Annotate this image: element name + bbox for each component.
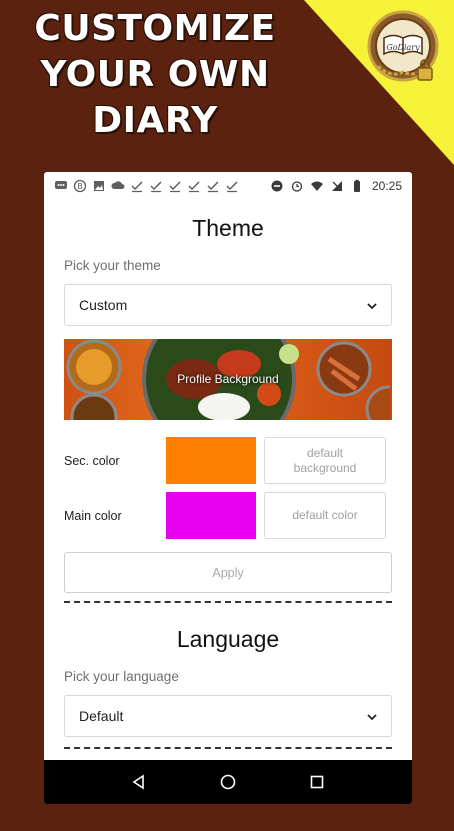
chevron-down-icon <box>367 303 377 310</box>
dnd-icon <box>271 180 283 191</box>
banner-label: Profile Background <box>177 372 279 386</box>
wifi-icon <box>310 181 323 191</box>
battery-icon <box>353 179 360 192</box>
phone-screen: B 20:25 Theme Pick your theme Custom Pro… <box>44 172 412 804</box>
cloud-icon <box>111 180 125 189</box>
chevron-down-icon <box>367 714 377 721</box>
main-color-row: Main color default color <box>64 492 392 539</box>
image-icon <box>94 180 104 191</box>
divider <box>64 747 392 749</box>
check-icon <box>207 180 219 192</box>
sec-color-swatch[interactable] <box>166 437 256 484</box>
theme-select-value: Custom <box>79 297 128 313</box>
navigation-bar <box>44 760 412 804</box>
language-title: Language <box>176 626 280 652</box>
settings-content: Theme Pick your theme Custom Profile Bac… <box>44 212 412 749</box>
status-time: 20:25 <box>371 178 402 193</box>
b-badge-icon: B <box>73 179 87 192</box>
check-icon <box>169 180 181 192</box>
theme-title: Theme <box>192 215 264 241</box>
back-icon[interactable] <box>130 773 148 791</box>
default-background-button[interactable]: default background <box>264 437 386 484</box>
check-icon <box>131 180 143 192</box>
svg-text:B: B <box>77 182 83 191</box>
status-bar: B 20:25 <box>44 172 412 199</box>
recents-icon[interactable] <box>308 773 326 791</box>
default-color-button[interactable]: default color <box>264 492 386 539</box>
message-icon <box>55 180 67 189</box>
language-select[interactable]: Default <box>64 695 392 737</box>
check-icon <box>226 180 238 192</box>
main-color-label: Main color <box>64 508 122 523</box>
language-pick-label: Pick your language <box>64 669 179 684</box>
sec-color-row: Sec. color default background <box>64 437 392 484</box>
logo-text: GoDiary <box>386 43 420 52</box>
promo-headline: CUSTOMIZE YOUR OWN DIARY <box>0 6 310 144</box>
home-icon[interactable] <box>219 773 237 791</box>
signal-icon <box>331 180 342 191</box>
promo-line-1: CUSTOMIZE <box>34 8 276 49</box>
promo-line-3: DIARY <box>92 100 218 141</box>
check-icon <box>150 180 162 192</box>
sec-color-label: Sec. color <box>64 453 120 468</box>
language-select-value: Default <box>79 708 124 724</box>
apply-button[interactable]: Apply <box>64 552 392 593</box>
divider <box>64 601 392 603</box>
profile-background-picker[interactable]: Profile Background <box>64 339 392 420</box>
theme-select[interactable]: Custom <box>64 284 392 326</box>
main-color-swatch[interactable] <box>166 492 256 539</box>
diary-lock-logo-icon: GoDiary <box>367 10 439 82</box>
alarm-icon <box>291 180 303 192</box>
promo-line-2: YOUR OWN <box>40 54 270 95</box>
check-icon <box>188 180 200 192</box>
theme-pick-label: Pick your theme <box>64 258 161 273</box>
